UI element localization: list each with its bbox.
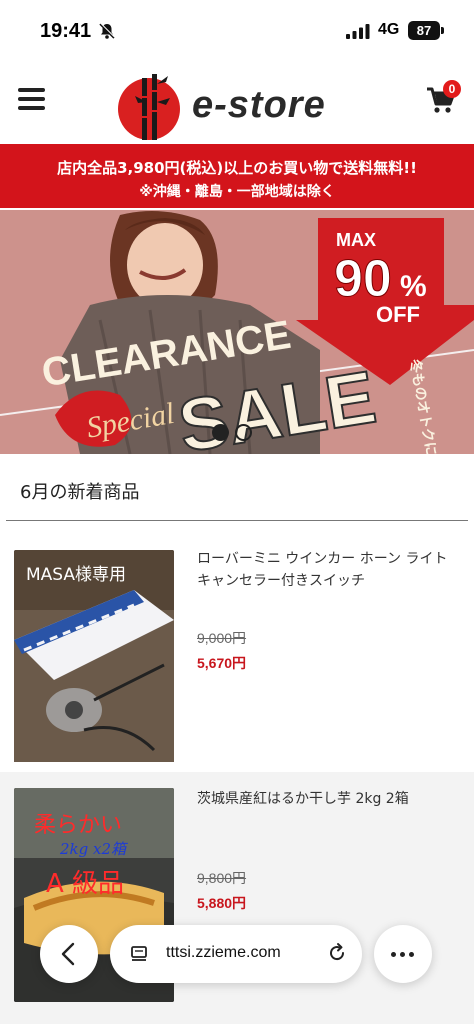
store-logo[interactable]: e-store bbox=[118, 72, 358, 140]
status-time: 19:41 bbox=[40, 20, 92, 42]
address-bar[interactable]: tttsi.zzieme.com bbox=[110, 925, 362, 983]
product-sale-price: 5,880円 bbox=[197, 895, 247, 911]
hamburger-menu-icon[interactable] bbox=[18, 88, 45, 112]
cellular-signal-icon bbox=[346, 24, 370, 39]
bell-muted-icon bbox=[99, 22, 115, 39]
product-thumbnail[interactable]: MASA様専用 bbox=[14, 550, 174, 764]
reader-mode-icon[interactable] bbox=[130, 945, 148, 963]
hero-percent-text: 90 bbox=[334, 250, 392, 308]
product-original-price: 9,000円 bbox=[197, 630, 247, 646]
bamboo-icon bbox=[135, 74, 170, 140]
hero-max-text: MAX bbox=[336, 230, 376, 250]
carousel-dot-active[interactable] bbox=[212, 424, 229, 441]
network-type: 4G bbox=[378, 21, 400, 38]
hero-banner-image: CLEARANCE Special SALE MAX 90 % OFF 冬ものオ… bbox=[0, 210, 474, 454]
section-divider bbox=[6, 520, 468, 521]
brand-name: e-store bbox=[192, 84, 326, 126]
hero-off-text: OFF bbox=[376, 302, 420, 327]
chevron-left-icon bbox=[61, 942, 75, 966]
thumbnail-label-1: 柔らかい bbox=[34, 813, 122, 838]
hero-carousel[interactable]: CLEARANCE Special SALE MAX 90 % OFF 冬ものオ… bbox=[0, 210, 474, 454]
status-bar: 19:41 4G 87 bbox=[0, 0, 474, 62]
thumbnail-label: MASA様専用 bbox=[26, 565, 126, 585]
battery-icon: 87 bbox=[408, 21, 444, 40]
more-dots-icon bbox=[391, 952, 396, 957]
notice-line-2: ※沖縄・離島・一部地域は除く bbox=[139, 184, 335, 200]
product-card[interactable]: MASA様専用 ローバーミニ ウインカー ホーン ライト キャンセラー付きスイッ… bbox=[0, 532, 474, 762]
reload-icon[interactable] bbox=[326, 942, 348, 964]
hero-percent-sign: % bbox=[400, 270, 427, 303]
notice-line-1: 店内全品3,980円(税込)以上のお買い物で送料無料!! bbox=[57, 159, 417, 177]
product-name[interactable]: 茨城県産紅はるか干し芋 2kg 2箱 bbox=[197, 788, 459, 810]
more-options-button[interactable] bbox=[374, 925, 432, 983]
site-header: e-store 0 bbox=[0, 62, 474, 144]
product-name[interactable]: ローバーミニ ウインカー ホーン ライト キャンセラー付きスイッチ bbox=[197, 548, 459, 592]
thumbnail-label-2: 2kg x2箱 bbox=[59, 840, 129, 858]
product-card[interactable]: 柔らかい 2kg x2箱 A 級品 茨城県産紅はるか干し芋 2kg 2箱 9,8… bbox=[0, 772, 474, 1024]
carousel-indicators bbox=[212, 422, 262, 442]
cart-count-badge: 0 bbox=[443, 80, 461, 98]
product-original-price: 9,800円 bbox=[197, 870, 247, 886]
battery-level: 87 bbox=[416, 23, 432, 38]
carousel-dot[interactable] bbox=[235, 424, 252, 441]
browser-back-button[interactable] bbox=[40, 925, 98, 983]
section-title: 6月の新着商品 bbox=[20, 482, 140, 503]
url-text[interactable]: tttsi.zzieme.com bbox=[166, 944, 281, 962]
thumbnail-label-3: A 級品 bbox=[46, 869, 124, 899]
shipping-notice-banner[interactable]: 店内全品3,980円(税込)以上のお買い物で送料無料!! ※沖縄・離島・一部地域… bbox=[0, 144, 474, 208]
product-sale-price: 5,670円 bbox=[197, 655, 247, 671]
